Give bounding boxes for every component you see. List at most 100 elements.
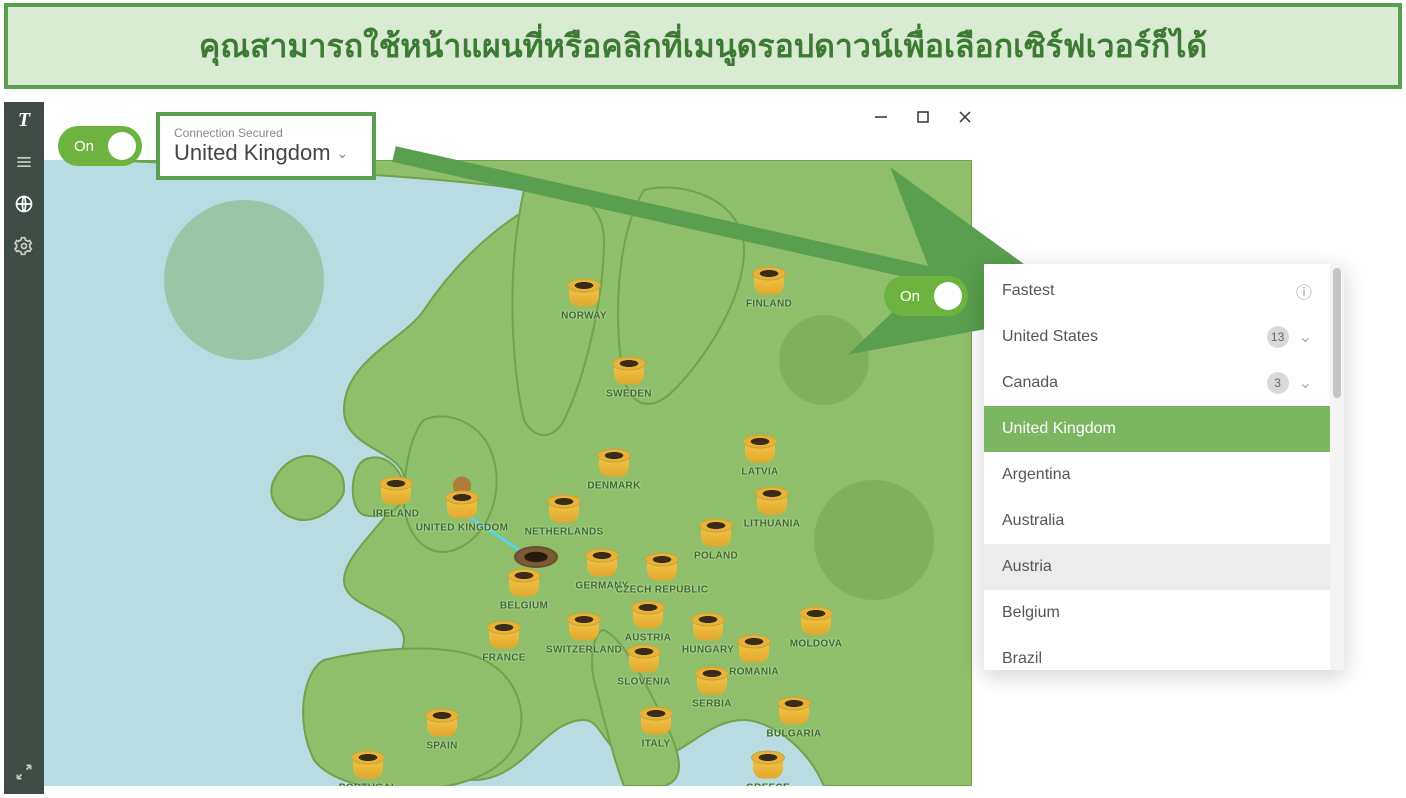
map-marker-finland[interactable]: FINLAND	[746, 267, 792, 310]
map-marker-switzerland[interactable]: SWITZERLAND	[561, 613, 607, 656]
map-marker-label: HUNGARY	[682, 645, 734, 656]
dropdown-scrollbar[interactable]	[1330, 264, 1344, 670]
map-marker-norway[interactable]: NORWAY	[561, 279, 607, 322]
map-marker-label: FINLAND	[746, 299, 792, 310]
map-marker-hungary[interactable]: HUNGARY	[685, 613, 731, 656]
map-marker-belgium[interactable]: BELGIUM	[501, 569, 547, 612]
globe-icon[interactable]	[12, 192, 36, 216]
instruction-text: คุณสามารถใช้หน้าแผนที่หรือคลิกที่เมนูดรอ…	[199, 21, 1207, 72]
info-icon[interactable]: ⓘ	[1296, 279, 1312, 303]
pot-icon	[585, 549, 619, 577]
minimize-button[interactable]	[874, 110, 888, 124]
pot-icon	[691, 613, 725, 641]
close-button[interactable]	[958, 110, 972, 124]
chevron-down-icon[interactable]: ⌄	[1299, 327, 1312, 347]
connection-line	[44, 160, 972, 786]
chevron-down-icon[interactable]: ⌄	[1299, 373, 1312, 393]
pot-icon	[547, 495, 581, 523]
map-marker-slovenia[interactable]: SLOVENIA	[621, 645, 667, 688]
map-marker-netherlands[interactable]: NETHERLANDS	[541, 495, 587, 538]
toggle-label-secondary: On	[900, 288, 920, 305]
dropdown-item-austria[interactable]: Austria	[984, 544, 1330, 590]
map-marker-label: ITALY	[642, 739, 671, 750]
dropdown-item-label: Austria	[1002, 558, 1052, 576]
map-marker-portugal[interactable]: PORTUGAL	[345, 751, 391, 787]
dropdown-item-united-states[interactable]: United States13⌄	[984, 314, 1330, 360]
dropdown-item-belgium[interactable]: Belgium	[984, 590, 1330, 636]
map-marker-serbia[interactable]: SERBIA	[689, 667, 735, 710]
server-map[interactable]: NORWAY FINLAND SWEDEN LATVIA DENMARK LITHUANI…	[44, 160, 972, 786]
pot-icon	[445, 491, 479, 519]
connection-toggle-secondary[interactable]: On	[884, 276, 968, 316]
map-marker-label: POLAND	[694, 551, 738, 562]
resize-icon[interactable]	[12, 760, 36, 784]
map-marker-sweden[interactable]: SWEDEN	[606, 357, 652, 400]
map-marker-label: SPAIN	[426, 741, 457, 752]
dropdown-scroll-area[interactable]: Fastest ⓘ United States13⌄ Canada 3 ⌄ United K…	[984, 264, 1330, 670]
pot-icon	[631, 601, 665, 629]
dropdown-item-label: Fastest	[1002, 282, 1054, 300]
map-marker-label: BELGIUM	[500, 601, 548, 612]
pot-icon	[645, 553, 679, 581]
scrollbar-thumb[interactable]	[1333, 268, 1341, 398]
instruction-banner: คุณสามารถใช้หน้าแผนที่หรือคลิกที่เมนูดรอ…	[4, 3, 1402, 89]
map-marker-austria[interactable]: AUSTRIA	[625, 601, 671, 644]
dropdown-item-australia[interactable]: Australia	[984, 498, 1330, 544]
dropdown-item-brazil[interactable]: Brazil	[984, 636, 1330, 670]
pot-icon	[639, 707, 673, 735]
map-marker-italy[interactable]: ITALY	[633, 707, 679, 750]
map-marker-label: IRELAND	[373, 509, 420, 520]
toggle-label: On	[74, 138, 94, 155]
maximize-button[interactable]	[916, 110, 930, 124]
dropdown-item-united-kingdom[interactable]: United Kingdom	[984, 406, 1330, 452]
pot-icon	[597, 449, 631, 477]
dropdown-item-label: United States	[1002, 328, 1098, 346]
dropdown-item-fastest[interactable]: Fastest ⓘ	[984, 268, 1330, 314]
top-bar: On Connection Secured United Kingdom ⌄	[58, 112, 376, 180]
map-marker-denmark[interactable]: DENMARK	[591, 449, 637, 492]
map-marker-label: UNITED KINGDOM	[416, 523, 509, 534]
server-dropdown-button[interactable]: Connection Secured United Kingdom ⌄	[156, 112, 376, 180]
pot-icon	[737, 635, 771, 663]
dropdown-item-label: Canada	[1002, 374, 1058, 392]
server-count-badge: 3	[1267, 372, 1289, 394]
pot-icon	[612, 357, 646, 385]
pot-icon	[799, 607, 833, 635]
map-marker-label: MOLDOVA	[790, 639, 842, 650]
dropdown-item-canada[interactable]: Canada 3 ⌄	[984, 360, 1330, 406]
dropdown-item-argentina[interactable]: Argentina	[984, 452, 1330, 498]
map-marker-moldova[interactable]: MOLDOVA	[793, 607, 839, 650]
menu-icon[interactable]	[12, 150, 36, 174]
map-marker-poland[interactable]: POLAND	[693, 519, 739, 562]
map-marker-czech-republic[interactable]: CZECH REPUBLIC	[639, 553, 685, 596]
dropdown-item-label: Brazil	[1002, 650, 1042, 668]
map-marker-bulgaria[interactable]: BULGARIA	[771, 697, 817, 740]
map-marker-france[interactable]: FRANCE	[481, 621, 527, 664]
map-marker-label: ROMANIA	[729, 667, 779, 678]
map-marker-label: SWITZERLAND	[546, 645, 622, 656]
map-marker-label: GREECE	[746, 783, 790, 787]
pot-icon	[379, 477, 413, 505]
map-marker-greece[interactable]: GREECE	[745, 751, 791, 787]
map-marker-label: NETHERLANDS	[525, 527, 604, 538]
pot-icon	[752, 267, 786, 295]
map-marker-latvia[interactable]: LATVIA	[737, 435, 783, 478]
settings-icon[interactable]	[12, 234, 36, 258]
map-marker-label: BULGARIA	[766, 729, 821, 740]
map-marker-label: DENMARK	[587, 481, 640, 492]
chevron-down-icon: ⌄	[337, 145, 349, 162]
map-marker-united-kingdom[interactable]: UNITED KINGDOM	[439, 491, 485, 534]
map-marker-label: FRANCE	[482, 653, 525, 664]
map-marker-ireland[interactable]: IRELAND	[373, 477, 419, 520]
map-marker-romania[interactable]: ROMANIA	[731, 635, 777, 678]
connection-toggle[interactable]: On	[58, 126, 142, 166]
map-marker-lithuania[interactable]: LITHUANIA	[749, 487, 795, 530]
dropdown-item-label: Belgium	[1002, 604, 1060, 622]
pot-icon	[507, 569, 541, 597]
pot-icon	[743, 435, 777, 463]
bear-icon	[453, 477, 471, 495]
map-marker-label: SLOVENIA	[617, 677, 671, 688]
map-marker-label: SWEDEN	[606, 389, 652, 400]
sidebar: T	[4, 102, 44, 794]
map-marker-spain[interactable]: SPAIN	[419, 709, 465, 752]
